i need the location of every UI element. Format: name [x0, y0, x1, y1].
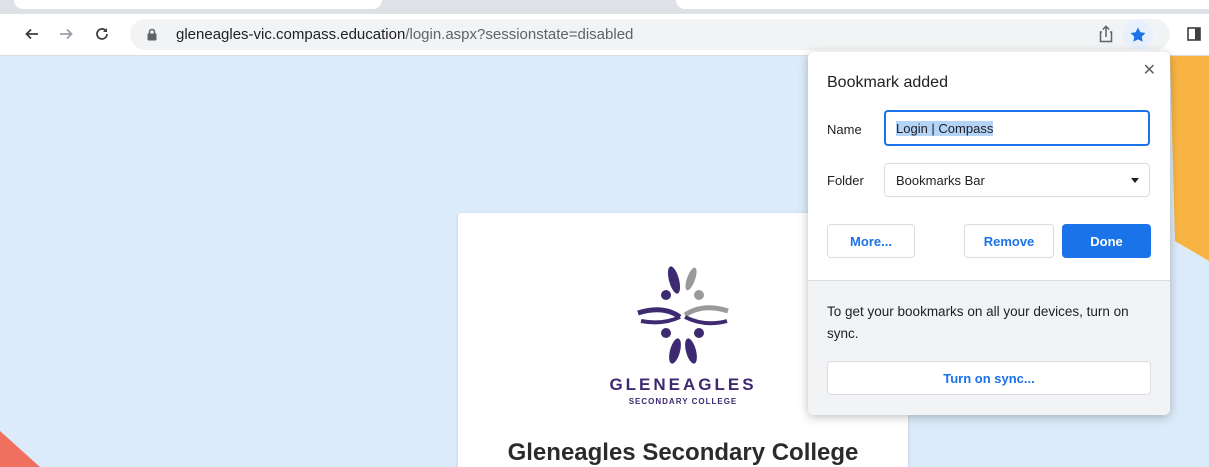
- bookmark-name-value: Login | Compass: [896, 121, 994, 136]
- reload-icon: [96, 28, 108, 40]
- college-name-heading: Gleneagles Secondary College: [507, 439, 859, 466]
- folder-select[interactable]: Bookmarks Bar: [884, 163, 1150, 197]
- forward-button[interactable]: [52, 20, 80, 48]
- side-panel-icon: [1187, 27, 1201, 41]
- star-icon: [1130, 27, 1146, 42]
- sync-promo-text: To get your bookmarks on all your device…: [827, 304, 1129, 341]
- folder-label: Folder: [827, 173, 864, 188]
- turn-on-sync-button[interactable]: Turn on sync...: [827, 361, 1151, 395]
- tab[interactable]: [676, 0, 1209, 9]
- more-button[interactable]: More...: [827, 224, 915, 258]
- back-button[interactable]: [18, 20, 46, 48]
- reload-button[interactable]: [88, 20, 116, 48]
- tab[interactable]: [14, 0, 382, 9]
- bookmark-star-button[interactable]: [1123, 20, 1153, 50]
- gleneagles-emblem-icon: [637, 266, 729, 364]
- school-logo: GLENEAGLES SECONDARY COLLEGE: [603, 265, 763, 406]
- close-icon[interactable]: ✕: [1143, 60, 1156, 80]
- folder-select-value: Bookmarks Bar: [896, 173, 985, 188]
- logo-title: GLENEAGLES: [609, 375, 757, 394]
- url-host: gleneagles-vic.compass.education: [176, 26, 406, 43]
- tab-strip: [0, 0, 1209, 14]
- back-arrow-icon: [25, 28, 38, 40]
- chevron-down-icon: [1131, 178, 1139, 183]
- remove-button[interactable]: Remove: [964, 224, 1054, 258]
- lock-icon: [147, 28, 157, 41]
- share-icon[interactable]: [1098, 25, 1114, 43]
- done-button[interactable]: Done: [1062, 224, 1151, 258]
- address-bar[interactable]: gleneagles-vic.compass.education/login.a…: [130, 19, 1170, 50]
- logo-subtitle: SECONDARY COLLEGE: [628, 397, 738, 406]
- sync-promo: To get your bookmarks on all your device…: [808, 280, 1170, 415]
- bookmark-added-dialog: Bookmark added ✕ Name Login | Compass Fo…: [808, 52, 1170, 415]
- forward-arrow-icon: [60, 28, 73, 40]
- dialog-title: Bookmark added: [827, 74, 948, 91]
- name-label: Name: [827, 122, 862, 137]
- url-path: /login.aspx?sessionstate=disabled: [405, 26, 634, 43]
- bookmark-name-input[interactable]: Login | Compass: [884, 110, 1150, 146]
- side-panel-button[interactable]: [1180, 20, 1208, 48]
- url-text[interactable]: gleneagles-vic.compass.education/login.a…: [176, 26, 633, 43]
- browser-toolbar: gleneagles-vic.compass.education/login.a…: [0, 14, 1209, 56]
